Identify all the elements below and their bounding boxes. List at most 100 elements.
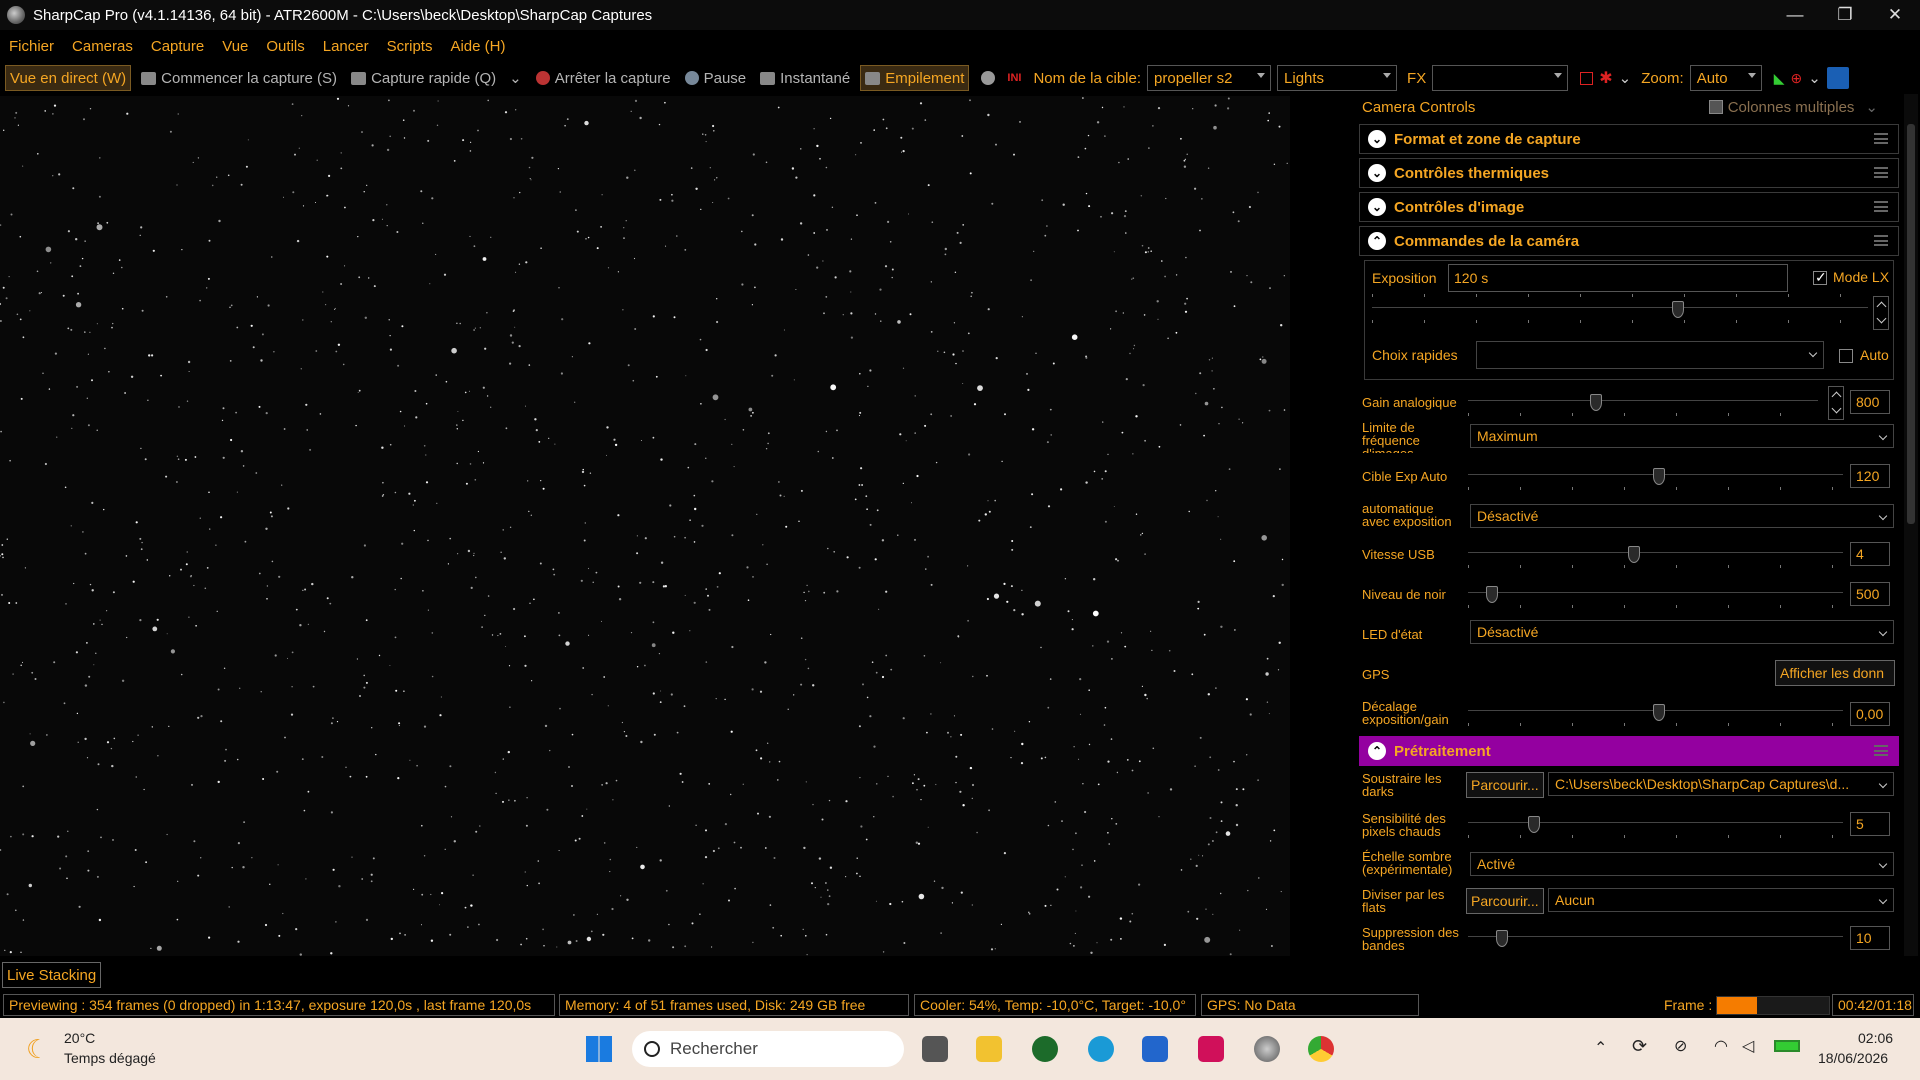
menu-lancer[interactable]: Lancer — [323, 38, 369, 55]
auto-exposure-checkbox[interactable] — [1839, 349, 1853, 363]
flats-browse-button[interactable]: Parcourir... — [1466, 888, 1544, 914]
black-level-slider[interactable] — [1468, 586, 1843, 608]
zoom-combo[interactable]: Auto — [1689, 65, 1762, 91]
sync-icon[interactable]: ⟳ — [1632, 1036, 1647, 1057]
section-camera[interactable]: ⌃ Commandes de la caméra — [1359, 226, 1899, 256]
hot-pixel-value[interactable]: 5 — [1850, 812, 1890, 836]
hot-pixel-slider[interactable] — [1468, 816, 1843, 838]
taskbar-search[interactable]: Rechercher — [632, 1031, 904, 1067]
flats-dropdown[interactable]: Aucun — [1548, 888, 1894, 912]
darks-file-dropdown[interactable]: C:\Users\beck\Desktop\SharpCap Captures\… — [1548, 772, 1894, 796]
weather-desc[interactable]: Temps dégagé — [64, 1050, 156, 1066]
roi-icon[interactable] — [1580, 71, 1594, 85]
wifi-icon[interactable]: ◠ — [1714, 1036, 1728, 1056]
menu-icon[interactable] — [1874, 201, 1888, 212]
stop-capture-button[interactable]: Arrêter la capture — [532, 65, 675, 91]
panel-scrollbar[interactable] — [1904, 94, 1918, 956]
media-app-icon[interactable] — [1198, 1036, 1224, 1062]
menu-fichier[interactable]: Fichier — [9, 38, 54, 55]
tray-chevron-up-icon[interactable]: ⌃ — [1594, 1038, 1607, 1058]
banding-value[interactable]: 10 — [1850, 926, 1890, 950]
astro-app-icon[interactable] — [1032, 1036, 1058, 1062]
polar-align-icon[interactable] — [1826, 67, 1849, 89]
multi-column-checkbox[interactable] — [1708, 100, 1723, 114]
menu-icon[interactable] — [1874, 167, 1888, 178]
live-image-viewport[interactable] — [0, 96, 1290, 956]
menu-aide[interactable]: Aide (H) — [450, 38, 505, 55]
snapshot-button[interactable]: Instantané — [756, 65, 854, 91]
menu-scripts[interactable]: Scripts — [387, 38, 433, 55]
chevron-down-icon[interactable]: ⌄ — [1619, 69, 1632, 87]
minimize-button[interactable]: — — [1770, 5, 1820, 25]
network-off-icon[interactable]: ⊘ — [1674, 1036, 1687, 1056]
chevron-down-icon[interactable]: ⌄ — [1368, 198, 1386, 216]
exposure-gain-offset-slider[interactable] — [1468, 704, 1843, 726]
stacking-button[interactable]: Empilement — [860, 65, 970, 91]
task-view-icon[interactable] — [922, 1036, 948, 1062]
gain-slider[interactable] — [1468, 394, 1818, 416]
weather-temp[interactable]: 20°C — [64, 1030, 95, 1046]
chevron-down-icon[interactable]: ⌄ — [1808, 69, 1821, 87]
exposure-gain-offset-value[interactable]: 0,00 — [1850, 702, 1890, 726]
clock-date[interactable]: 18/06/2026 — [1818, 1050, 1888, 1066]
quick-pick-dropdown[interactable] — [1476, 341, 1824, 369]
menu-icon[interactable] — [1874, 235, 1888, 246]
fps-limit-dropdown[interactable]: Maximum — [1470, 424, 1894, 448]
crosshair-icon[interactable]: ✱ — [1599, 68, 1612, 88]
moon-icon[interactable] — [981, 71, 996, 85]
multi-column-toggle[interactable]: Colonnes multiples ⌄ — [1708, 98, 1878, 116]
chevron-up-icon[interactable]: ⌃ — [1368, 232, 1386, 250]
chevron-down-icon[interactable]: ⌄ — [1865, 98, 1878, 116]
start-windows-icon[interactable] — [586, 1036, 612, 1062]
start-capture-button[interactable]: Commencer la capture (S) — [137, 65, 341, 91]
microsoft-store-icon[interactable] — [1142, 1036, 1168, 1062]
live-stacking-tab[interactable]: Live Stacking — [2, 962, 102, 988]
target-name-combo[interactable]: propeller s2 — [1147, 65, 1272, 91]
edge-browser-icon[interactable] — [1088, 1036, 1114, 1062]
lx-mode-checkbox[interactable] — [1813, 269, 1827, 286]
banding-slider[interactable] — [1468, 930, 1843, 947]
pause-button[interactable]: Pause — [681, 65, 751, 91]
menu-outils[interactable]: Outils — [266, 38, 304, 55]
section-preprocessing[interactable]: ⌃ Prétraitement — [1359, 736, 1899, 766]
auto-exp-target-value[interactable]: 120 — [1850, 464, 1890, 488]
dark-scale-dropdown[interactable]: Activé — [1470, 852, 1894, 876]
menu-icon[interactable] — [1874, 133, 1888, 144]
gain-value[interactable]: 800 — [1850, 390, 1890, 414]
auto-exposure-mode-dropdown[interactable]: Désactivé — [1470, 504, 1894, 528]
clock-time[interactable]: 02:06 — [1858, 1030, 1893, 1046]
live-view-button[interactable]: Vue en direct (W) — [5, 65, 132, 91]
menu-capture[interactable]: Capture — [151, 38, 204, 55]
frame-type-combo[interactable]: Lights — [1277, 65, 1398, 91]
fx-combo[interactable] — [1432, 65, 1569, 91]
close-button[interactable]: ✕ — [1870, 5, 1920, 25]
gps-show-data-button[interactable]: Afficher les donn — [1775, 660, 1895, 686]
black-level-value[interactable]: 500 — [1850, 582, 1890, 606]
restore-button[interactable]: ❐ — [1820, 5, 1870, 25]
sharpcap-taskbar-icon[interactable] — [1254, 1036, 1280, 1062]
histogram-icon[interactable]: ◣ — [1774, 70, 1785, 87]
chevron-down-icon[interactable]: ⌄ — [1368, 164, 1386, 182]
panel-scrollbar-thumb[interactable] — [1907, 124, 1915, 524]
menu-vue[interactable]: Vue — [222, 38, 248, 55]
menu-icon[interactable] — [1874, 745, 1888, 756]
ini-icon[interactable]: INI — [1007, 72, 1021, 84]
chevron-up-icon[interactable]: ⌃ — [1368, 742, 1386, 760]
chevron-down-icon[interactable]: ⌄ — [1368, 130, 1386, 148]
usb-speed-slider[interactable] — [1468, 546, 1843, 568]
file-explorer-icon[interactable] — [976, 1036, 1002, 1062]
gain-spinner[interactable] — [1828, 386, 1844, 420]
led-dropdown[interactable]: Désactivé — [1470, 620, 1894, 644]
quick-capture-button[interactable]: Capture rapide (Q) ⌄ — [347, 65, 526, 91]
battery-icon[interactable] — [1774, 1040, 1800, 1052]
section-thermal[interactable]: ⌄ Contrôles thermiques — [1359, 158, 1899, 188]
volume-icon[interactable]: ◁ — [1742, 1036, 1754, 1056]
exposure-spinner[interactable] — [1873, 296, 1889, 330]
auto-exp-target-slider[interactable] — [1468, 468, 1843, 490]
weather-moon-icon[interactable]: ☾ — [26, 1034, 49, 1065]
focus-icon[interactable]: ⊕ — [1790, 70, 1802, 87]
section-image[interactable]: ⌄ Contrôles d'image — [1359, 192, 1899, 222]
exposure-slider[interactable] — [1372, 294, 1868, 323]
darks-browse-button[interactable]: Parcourir... — [1466, 772, 1544, 798]
usb-speed-value[interactable]: 4 — [1850, 542, 1890, 566]
